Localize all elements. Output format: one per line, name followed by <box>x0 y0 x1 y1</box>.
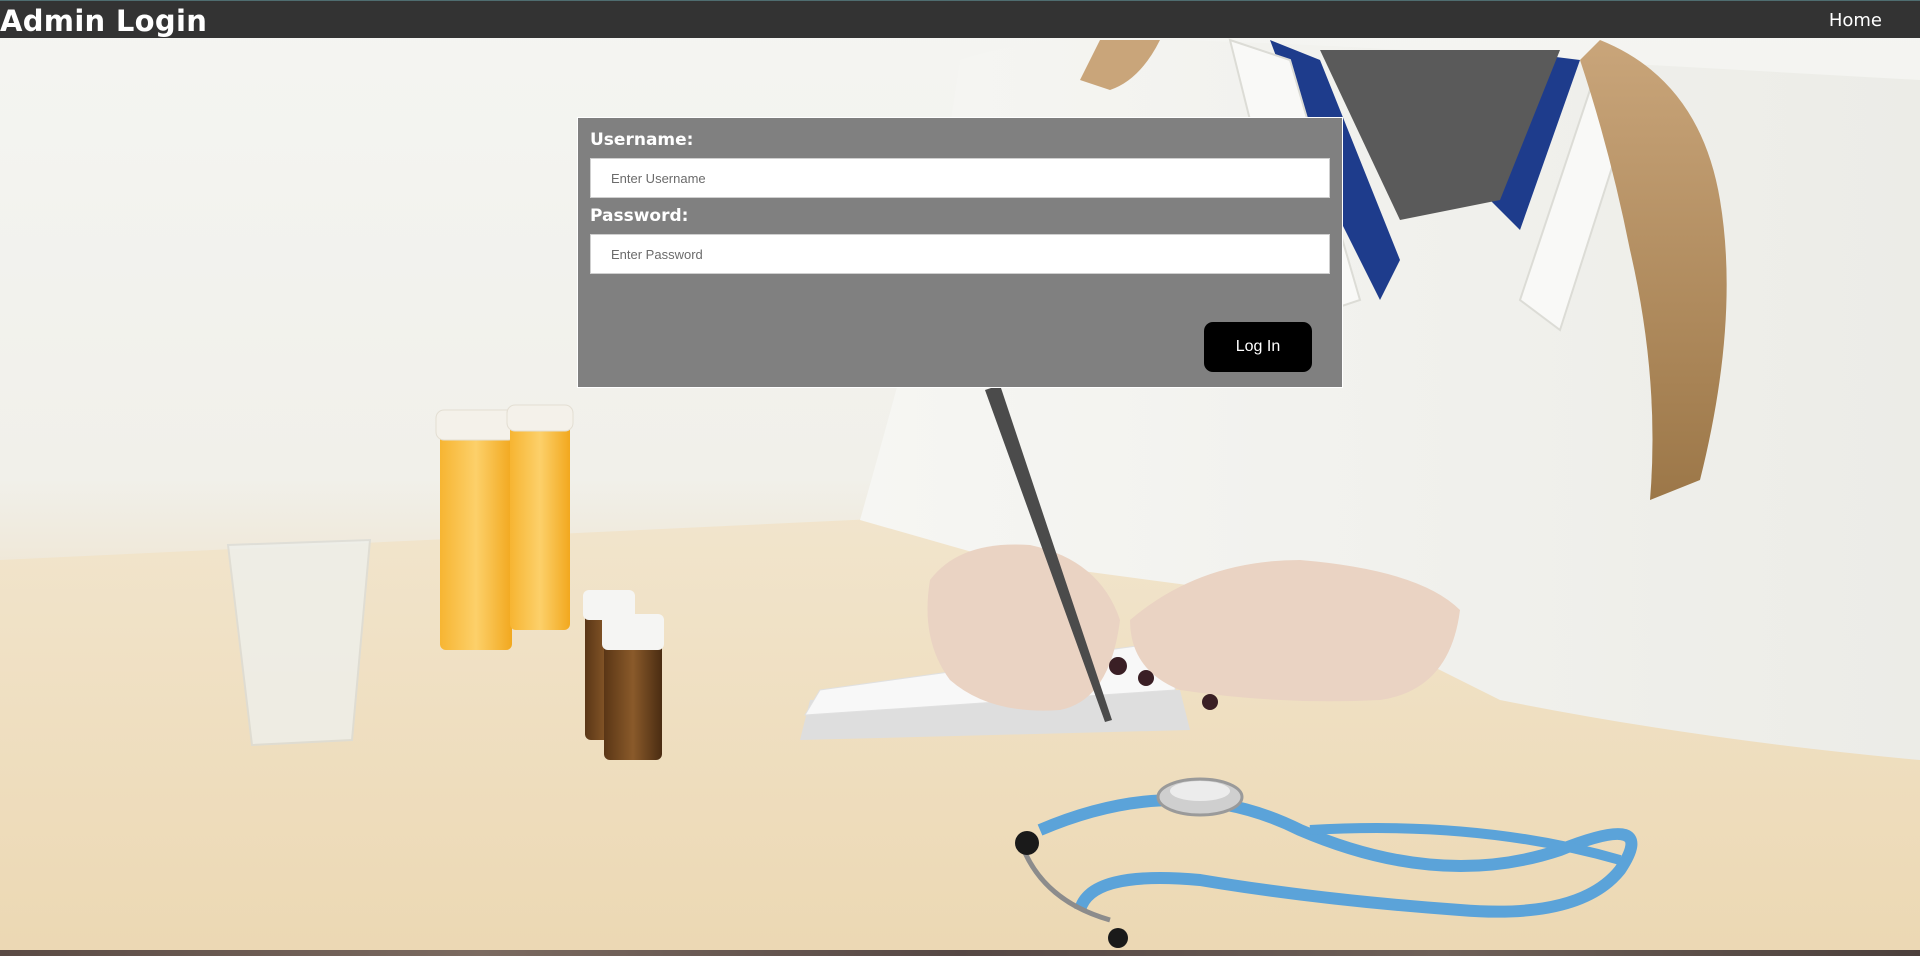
login-button[interactable]: Log In <box>1204 322 1312 372</box>
bottom-strip <box>0 950 1920 956</box>
password-input[interactable] <box>590 234 1330 274</box>
home-link[interactable]: Home <box>1829 10 1882 32</box>
top-navbar: Admin Login Home <box>0 0 1920 38</box>
username-input[interactable] <box>590 158 1330 198</box>
page-title: Admin Login <box>0 4 208 38</box>
password-label: Password: <box>590 206 689 226</box>
username-label: Username: <box>590 130 694 150</box>
login-form: Username: Password: Log In <box>577 117 1343 388</box>
